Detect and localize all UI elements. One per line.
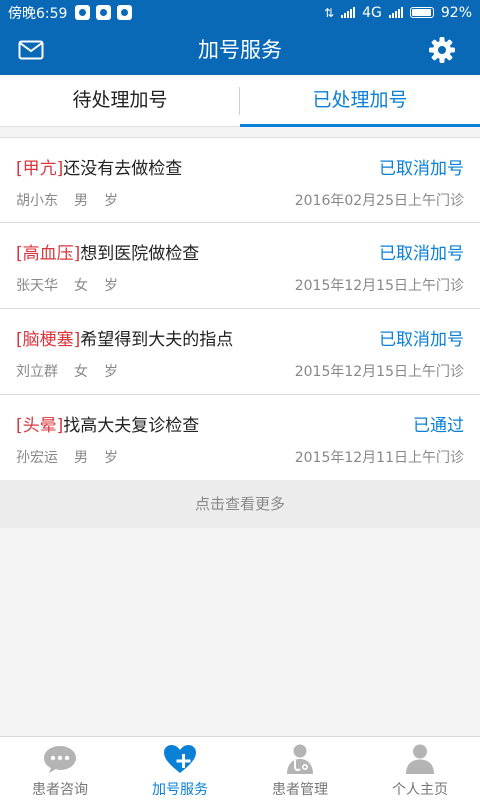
disease-tag: [脑梗塞] [16,330,81,350]
patient-name: 胡小东 [16,193,58,209]
tab-pending[interactable]: 待处理加号 [0,75,240,126]
subject-text: 希望得到大夫的指点 [80,330,234,350]
status-bar: 傍晚6:59 ⇅ 4G 92% [0,0,480,25]
page-title: 加号服务 [198,38,282,62]
list-item[interactable]: [高血压]想到医院做检查 已取消加号 张天华女岁 2015年12月15日上午门诊 [0,223,480,309]
patient-name: 张天华 [16,278,58,294]
list-item[interactable]: [脑梗塞]希望得到大夫的指点 已取消加号 刘立群女岁 2015年12月15日上午… [0,309,480,395]
chat-bubble-icon [42,743,78,775]
patient-age: 岁 [104,278,118,294]
patient-name: 孙宏运 [16,450,58,466]
patient-age: 岁 [104,450,118,466]
message-notification-icon [117,5,133,20]
status-label: 已取消加号 [379,244,464,264]
patient-name: 刘立群 [16,364,58,380]
nav-add-number-service[interactable]: 加号服务 [120,737,240,800]
gear-icon [429,37,455,63]
disease-tag: [头晕] [16,416,64,436]
person-icon [402,743,438,775]
appointment-date: 2015年12月15日上午门诊 [294,364,464,380]
battery-level: 92% [440,4,472,21]
appointment-date: 2016年02月25日上午门诊 [294,193,464,209]
status-label: 已取消加号 [379,330,464,350]
nav-patient-management[interactable]: 患者管理 [240,737,360,800]
item-subject: [头晕]找高大夫复诊检查 [16,411,199,436]
status-time: 傍晚6:59 [8,5,68,22]
appointment-date: 2015年12月11日上午门诊 [294,450,464,466]
patient-gender: 男 [74,450,88,466]
patient-gender: 男 [74,193,88,209]
patient-info: 孙宏运男岁 [16,447,134,467]
app-header: 加号服务 [0,25,480,75]
tab-bar: 待处理加号 已处理加号 [0,75,480,127]
list-item[interactable]: [甲亢]还没有去做检查 已取消加号 胡小东男岁 2016年02月25日上午门诊 [0,137,480,223]
nav-patient-consult[interactable]: 患者咨询 [0,737,120,800]
status-label: 已通过 [413,416,464,436]
settings-button[interactable] [428,36,456,64]
disease-tag: [高血压] [16,244,81,264]
nav-label: 患者咨询 [32,782,88,798]
patient-info: 张天华女岁 [16,275,134,295]
signal-icon [341,7,356,18]
patient-info: 胡小东男岁 [16,190,134,210]
item-subject: [高血压]想到医院做检查 [16,239,199,264]
data-transfer-icon: ⇅ [324,5,335,20]
list-item[interactable]: [头晕]找高大夫复诊检查 已通过 孙宏运男岁 2015年12月11日上午门诊 [0,395,480,481]
disease-tag: [甲亢] [16,159,64,179]
subject-text: 找高大夫复诊检查 [63,416,200,436]
patient-age: 岁 [104,193,118,209]
network-type: 4G [362,4,382,21]
nav-label: 加号服务 [152,782,208,798]
record-list: [甲亢]还没有去做检查 已取消加号 胡小东男岁 2016年02月25日上午门诊 … [0,137,480,481]
tab-divider [239,87,240,115]
bottom-navigation: 患者咨询 加号服务 患者管理 个人主页 [0,736,480,800]
doctor-icon [282,743,318,775]
heart-plus-icon [162,743,198,775]
status-label: 已取消加号 [379,159,464,179]
nav-personal-home[interactable]: 个人主页 [360,737,480,800]
patient-info: 刘立群女岁 [16,361,134,381]
patient-gender: 女 [74,278,88,294]
battery-icon [409,7,434,18]
tab-processed[interactable]: 已处理加号 [240,75,480,127]
subject-text: 还没有去做检查 [63,159,183,179]
signal-icon-2 [388,7,403,18]
patient-gender: 女 [74,364,88,380]
app-notification-icon [75,5,91,20]
nav-label: 患者管理 [272,782,328,798]
cloud-notification-icon [96,5,112,20]
nav-label: 个人主页 [392,782,448,798]
patient-age: 岁 [104,364,118,380]
load-more-button[interactable]: 点击查看更多 [0,480,480,528]
subject-text: 想到医院做检查 [80,244,200,264]
item-subject: [脑梗塞]希望得到大夫的指点 [16,325,233,350]
appointment-date: 2015年12月15日上午门诊 [294,278,464,294]
item-subject: [甲亢]还没有去做检查 [16,154,182,179]
